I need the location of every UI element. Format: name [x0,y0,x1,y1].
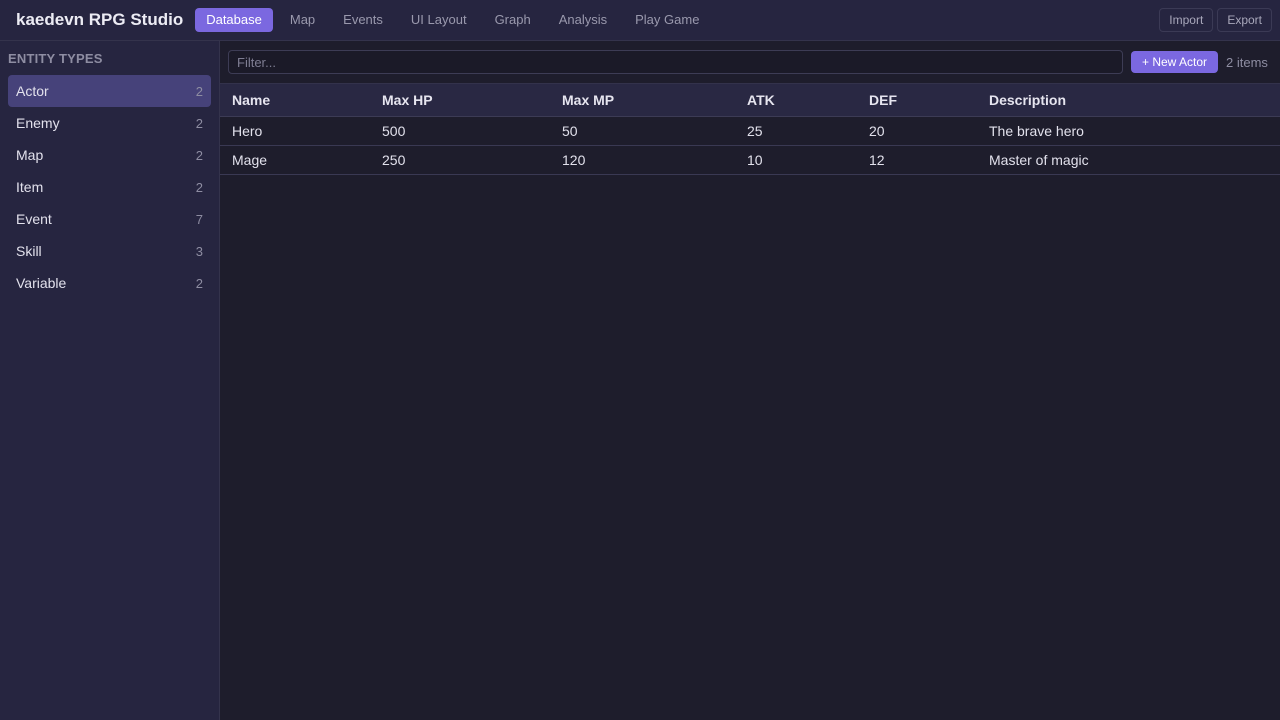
new-actor-button[interactable]: + New Actor [1131,51,1219,73]
sidebar-item-map[interactable]: Map 2 [8,139,211,171]
sidebar-item-skill[interactable]: Skill 3 [8,235,211,267]
cell-def[interactable]: 12 [857,145,977,175]
table-row[interactable]: Hero 500 50 25 20 The brave hero [220,116,1280,146]
toolbar: + New Actor 2 items [220,41,1280,83]
cell-def[interactable]: 20 [857,116,977,146]
sidebar-item-count: 2 [195,275,203,291]
sidebar-item-count: 2 [195,147,203,163]
column-header-name[interactable]: Name [220,83,370,117]
sidebar-item-label: Enemy [16,115,60,131]
column-header-atk[interactable]: ATK [735,83,857,117]
sidebar-item-item[interactable]: Item 2 [8,171,211,203]
cell-max-hp[interactable]: 250 [370,145,550,175]
main-panel: + New Actor 2 items Name Max HP Max MP A… [220,41,1280,720]
tab-map[interactable]: Map [276,8,329,32]
column-header-def[interactable]: DEF [857,83,977,117]
filter-input[interactable] [228,50,1123,74]
entity-type-list: Actor 2 Enemy 2 Map 2 Item 2 Event 7 Ski… [8,75,211,299]
table-row[interactable]: Mage 250 120 10 12 Master of magic [220,145,1280,175]
column-header-max-mp[interactable]: Max MP [550,83,735,117]
sidebar-item-count: 7 [195,211,203,227]
column-header-description[interactable]: Description [977,83,1280,117]
sidebar-item-label: Skill [16,243,42,259]
sidebar-item-enemy[interactable]: Enemy 2 [8,107,211,139]
sidebar-heading: ENTITY TYPES [8,51,103,66]
sidebar-item-count: 2 [195,179,203,195]
sidebar-item-label: Event [16,211,52,227]
table-header-row: Name Max HP Max MP ATK DEF Description [220,83,1280,117]
tab-database[interactable]: Database [195,8,273,32]
column-header-max-hp[interactable]: Max HP [370,83,550,117]
cell-description[interactable]: Master of magic [977,145,1280,175]
actor-table: Name Max HP Max MP ATK DEF Description H… [220,83,1280,175]
app-title: kaedevn RPG Studio [16,10,184,29]
sidebar-item-count: 3 [195,243,203,259]
cell-atk[interactable]: 10 [735,145,857,175]
main-nav: Database Map Events UI Layout Graph Anal… [195,8,713,32]
tab-analysis[interactable]: Analysis [545,8,621,32]
tab-graph[interactable]: Graph [481,8,545,32]
sidebar-item-count: 2 [195,83,203,99]
import-button[interactable]: Import [1159,8,1214,32]
tab-events[interactable]: Events [329,8,397,32]
sidebar-item-label: Map [16,147,44,163]
cell-atk[interactable]: 25 [735,116,857,146]
top-actions: Import Export [1155,8,1272,32]
tab-play-game[interactable]: Play Game [621,8,713,32]
cell-description[interactable]: The brave hero [977,116,1280,146]
tab-ui-layout[interactable]: UI Layout [397,8,481,32]
cell-max-mp[interactable]: 50 [550,116,735,146]
cell-name[interactable]: Mage [220,145,370,175]
sidebar-item-label: Actor [16,83,49,99]
sidebar: ENTITY TYPES Actor 2 Enemy 2 Map 2 Item … [0,41,220,720]
export-button[interactable]: Export [1217,8,1272,32]
sidebar-item-event[interactable]: Event 7 [8,203,211,235]
item-count: 2 items [1226,54,1268,70]
cell-name[interactable]: Hero [220,116,370,146]
cell-max-hp[interactable]: 500 [370,116,550,146]
top-bar: kaedevn RPG Studio Database Map Events U… [0,0,1280,41]
sidebar-item-label: Item [16,179,44,195]
sidebar-item-actor[interactable]: Actor 2 [8,75,211,107]
sidebar-item-count: 2 [195,115,203,131]
sidebar-item-label: Variable [16,275,67,291]
cell-max-mp[interactable]: 120 [550,145,735,175]
sidebar-item-variable[interactable]: Variable 2 [8,267,211,299]
